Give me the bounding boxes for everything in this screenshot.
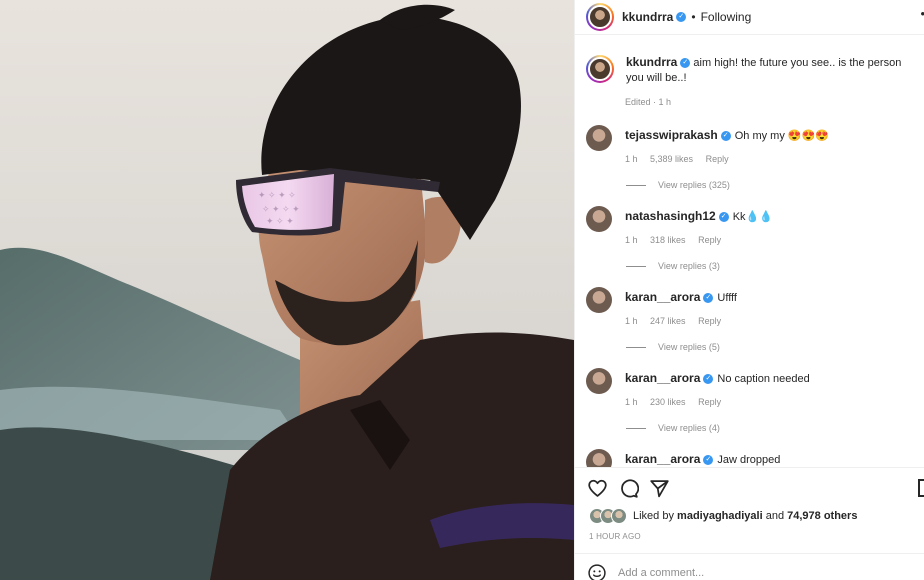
view-replies-label: View replies (325) [658,180,730,190]
add-comment-row [587,563,898,580]
comment-likes[interactable]: 318 likes [650,235,686,245]
author-username[interactable]: kkundrra [622,10,673,24]
comment-meta: 1 h 5,389 likes Reply [625,154,739,164]
comment-icon[interactable] [618,478,640,499]
post-image-illustration: ✦ ✧ ✦ ✧ ✧ ✦ ✧ ✦ ✦ ✧ ✦ [0,0,574,580]
verified-badge-icon: ✓ [720,131,731,142]
post-timestamp[interactable]: 1 HOUR AGO [589,532,641,541]
comment-text: Oh my my 😍😍😍 [734,130,829,142]
caption-avatar[interactable] [586,55,614,83]
verified-badge-icon: ✓ [703,455,714,466]
comment-likes[interactable]: 5,389 likes [650,154,693,164]
likes-others[interactable]: 74,978 others [787,510,857,522]
caption-text-block: kkundrra ✓ aim high! the future you see..… [626,55,921,86]
paper-plane-icon[interactable] [649,478,670,499]
comment-line: natashasingh12 ✓ Kk💧💧 [625,209,773,223]
comment-username[interactable]: natashasingh12 [625,209,716,223]
comment-text: Jaw dropped [717,454,781,466]
add-comment-input[interactable] [618,567,898,579]
likes-and: and [765,510,785,522]
view-replies-label: View replies (5) [658,342,720,352]
following-button[interactable]: Following [701,10,752,24]
post-actions [587,478,670,500]
comment-reply-button[interactable]: Reply [698,397,721,407]
verified-badge-icon: ✓ [703,293,714,304]
comment-meta: 1 h 318 likes Reply [625,235,731,245]
verified-badge-icon: ✓ [680,58,691,69]
likes-summary[interactable]: Liked by madiyaghadiyali and 74,978 othe… [589,508,857,524]
replies-dash [626,346,646,348]
view-replies-button[interactable]: View replies (325) [626,180,730,190]
comment-avatar[interactable] [586,125,612,151]
comment-username[interactable]: tejasswiprakash [625,128,718,142]
comment-text: No caption needed [717,373,810,385]
post-photo[interactable]: ✦ ✧ ✦ ✧ ✧ ✦ ✧ ✦ ✦ ✧ ✦ [0,0,574,580]
comment-text: Kk💧💧 [732,211,773,223]
more-options-icon[interactable]: • [920,6,924,21]
svg-text:✧ ✦ ✧ ✦: ✧ ✦ ✧ ✦ [262,204,300,214]
replies-dash [626,184,646,186]
comment-meta: 1 h 247 likes Reply [625,316,731,326]
comment-line: tejasswiprakash ✓ Oh my my 😍😍😍 [625,128,829,142]
actions-divider [575,467,924,468]
post-caption: kkundrra ✓ aim high! the future you see..… [586,55,921,107]
post-detail-panel: kkundrra ✓ • Following • kkundrra✓ aim h… [574,0,924,580]
comment-username[interactable]: karan__arora [625,452,700,466]
comment-meta: 1 h 230 likes Reply [625,397,731,407]
view-replies-button[interactable]: View replies (4) [626,423,720,433]
add-comment-divider [575,553,924,554]
comment-avatar[interactable] [586,287,612,313]
author-avatar[interactable] [586,3,614,31]
comment-time: 1 h [625,235,638,245]
comment-likes[interactable]: 230 likes [650,397,686,407]
comment-text: Uffff [717,292,737,304]
liker-username[interactable]: madiyaghadiyali [677,510,763,522]
replies-dash [626,265,646,267]
replies-dash [626,427,646,429]
comment-time: 1 h [625,397,638,407]
comment-username[interactable]: karan__arora [625,290,700,304]
post-header: kkundrra ✓ • Following • [575,0,924,34]
likes-text: Liked by madiyaghadiyali and 74,978 othe… [633,510,857,522]
comments-scroll-area[interactable]: kkundrra ✓ aim high! the future you see..… [575,35,924,467]
verified-badge-icon: ✓ [676,12,687,22]
comment-likes[interactable]: 247 likes [650,316,686,326]
comment-time: 1 h [625,316,638,326]
caption-meta: Edited · 1 h [625,97,672,107]
comment-line: karan__arora ✓ Uffff [625,290,737,304]
comment-time: 1 h [625,154,638,164]
likes-prefix: Liked by [633,510,674,522]
comment-avatar[interactable] [586,449,612,467]
comment-line: karan__arora ✓ Jaw dropped [625,452,780,466]
comment-reply-button[interactable]: Reply [698,316,721,326]
heart-icon[interactable] [587,478,608,499]
separator-dot: • [691,10,696,24]
comment-line: karan__arora ✓ No caption needed [625,371,810,385]
comment-reply-button[interactable]: Reply [706,154,729,164]
verified-badge-icon: ✓ [703,374,714,385]
verified-badge-icon: ✓ [718,212,729,223]
view-replies-label: View replies (4) [658,423,720,433]
bookmark-icon[interactable] [918,479,924,497]
view-replies-label: View replies (3) [658,261,720,271]
view-replies-button[interactable]: View replies (3) [626,261,720,271]
comment-username[interactable]: karan__arora [625,371,700,385]
view-replies-button[interactable]: View replies (5) [626,342,720,352]
comment-avatar[interactable] [586,368,612,394]
smiley-icon[interactable] [587,563,607,580]
svg-text:✦ ✧ ✦: ✦ ✧ ✦ [266,216,294,226]
caption-username[interactable]: kkundrra [626,55,677,69]
comment-avatar[interactable] [586,206,612,232]
svg-text:✦ ✧ ✦ ✧: ✦ ✧ ✦ ✧ [258,190,296,200]
liker-avatar [611,508,627,524]
comment-reply-button[interactable]: Reply [698,235,721,245]
